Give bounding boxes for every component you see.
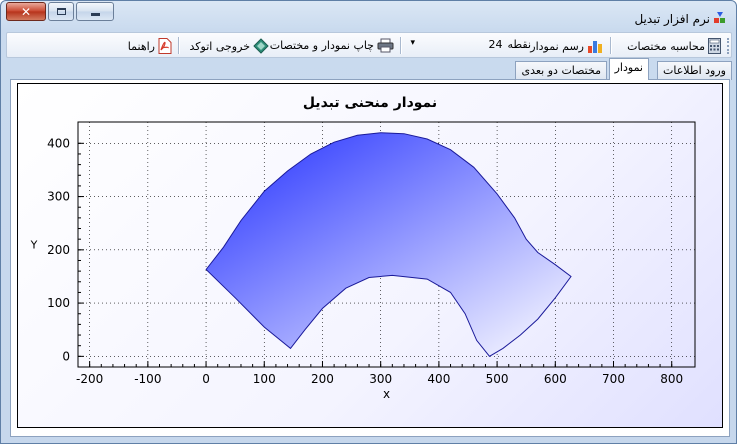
autocad-icon	[253, 38, 269, 54]
app-window: ✕ نرم افزار تبدیل محاسبه مختصات رسم نمود…	[0, 0, 737, 444]
close-icon: ✕	[20, 4, 32, 19]
tab-2d-coords[interactable]: مختصات دو بعدی	[515, 61, 607, 80]
points-count-value: 24	[488, 38, 503, 51]
autocad-label: خروجی اتوکد	[189, 39, 250, 53]
curve-area	[205, 132, 572, 357]
pdf-icon	[158, 38, 172, 54]
dropdown-arrow-icon[interactable]: ▾	[410, 38, 415, 48]
calc-coords-button[interactable]: محاسبه مختصات	[627, 38, 721, 54]
x-tick-label: -200	[76, 372, 103, 386]
toolbar: محاسبه مختصات رسم نمودار نقطه 24 ▾ چاپ ن…	[6, 32, 732, 58]
printer-icon	[377, 38, 394, 53]
toolbar-separator	[610, 37, 611, 54]
restore-button[interactable]	[48, 2, 74, 21]
x-tick-label: 800	[660, 372, 683, 386]
x-tick-label: 300	[369, 372, 392, 386]
y-tick-label: 100	[47, 296, 70, 310]
y-tick-label: 400	[47, 136, 70, 150]
points-count-field[interactable]: نقطه 24	[488, 38, 531, 51]
toolbar-separator	[400, 37, 401, 54]
x-axis: -200 -100 0 100 200 300 400 500 600 700 800	[76, 361, 683, 386]
x-tick-label: 400	[427, 372, 450, 386]
draw-chart-label: رسم نمودار	[530, 39, 584, 53]
x-tick-label: 700	[602, 372, 625, 386]
transition-curve-chart: نمودار منحنی تبدیل -200 -100 0 100 200 300 400…	[30, 95, 696, 401]
print-button[interactable]: چاپ نمودار و مختصات	[270, 38, 394, 53]
app-logo-icon	[714, 12, 725, 23]
calc-coords-label: محاسبه مختصات	[627, 39, 705, 53]
title-bar: ✕ نرم افزار تبدیل	[1, 1, 736, 31]
points-unit-label: نقطه	[507, 38, 531, 51]
x-tick-label: 0	[202, 372, 210, 386]
help-button[interactable]: راهنما	[128, 38, 172, 54]
toolbar-grip-icon[interactable]	[726, 38, 729, 54]
bar-chart-icon	[588, 41, 602, 53]
calculator-icon	[708, 38, 721, 54]
tab-data-entry[interactable]: ورود اطلاعات	[657, 61, 732, 80]
x-axis-label: x	[383, 387, 390, 401]
x-tick-label: 600	[544, 372, 567, 386]
window-title: نرم افزار تبدیل	[634, 12, 710, 26]
toolbar-separator	[178, 37, 179, 54]
tab-chart[interactable]: نمودار	[608, 58, 649, 80]
tab-strip: ورود اطلاعات نمودار مختصات دو بعدی	[6, 58, 732, 80]
y-axis-label: Y	[30, 239, 38, 252]
minimize-icon	[90, 13, 100, 16]
y-tick-label: 200	[47, 243, 70, 257]
y-tick-label: 300	[47, 190, 70, 204]
restore-icon	[56, 8, 66, 15]
minimize-button[interactable]	[76, 2, 114, 21]
print-label: چاپ نمودار و مختصات	[269, 39, 374, 52]
draw-chart-button[interactable]: رسم نمودار	[530, 38, 603, 54]
autocad-export-button[interactable]: خروجی اتوکد	[190, 38, 269, 54]
chart-panel: نمودار منحنی تبدیل -200 -100 0 100 200 300 400…	[17, 83, 723, 428]
x-tick-label: 200	[311, 372, 334, 386]
x-tick-label: 100	[253, 372, 276, 386]
x-tick-label: -100	[134, 372, 161, 386]
chart-title: نمودار منحنی تبدیل	[303, 95, 437, 111]
help-label: راهنما	[127, 39, 155, 53]
x-tick-label: 500	[486, 372, 509, 386]
close-button[interactable]: ✕	[6, 2, 46, 21]
y-tick-label: 0	[62, 349, 70, 363]
